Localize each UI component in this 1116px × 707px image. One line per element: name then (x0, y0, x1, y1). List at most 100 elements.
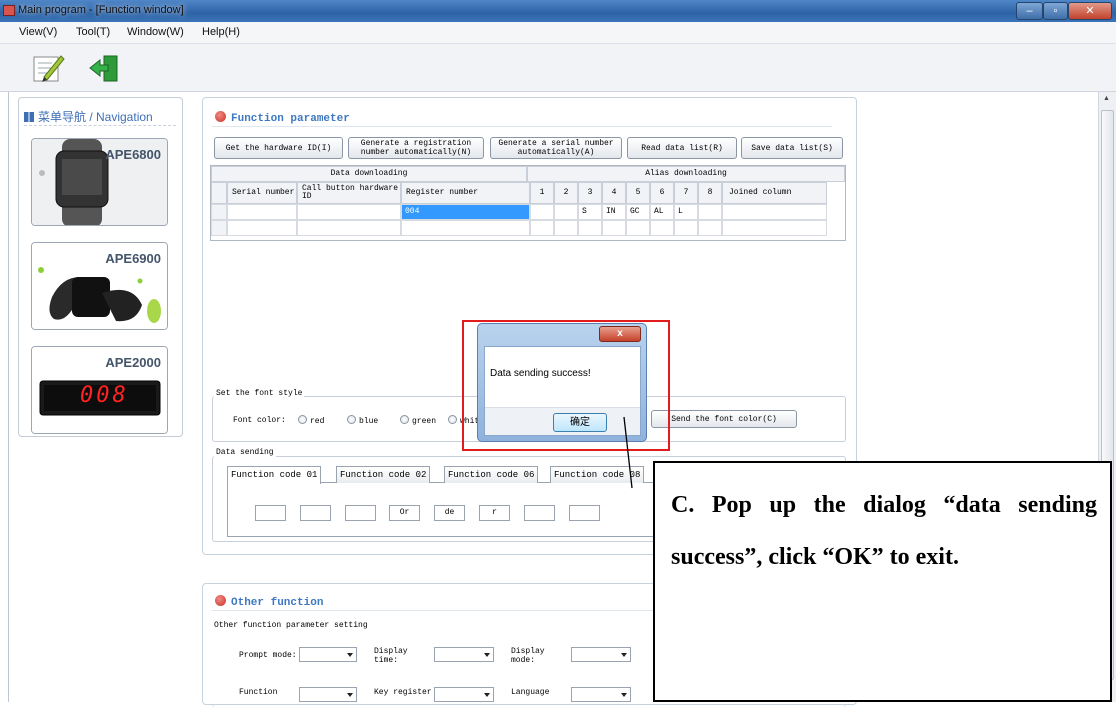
generate-registration-button[interactable]: Generate a registration number automatic… (348, 137, 484, 159)
menu-bar: View(V) Tool(T) Window(W) Help(H) (0, 22, 1116, 44)
menu-help[interactable]: Help(H) (202, 26, 240, 38)
column-header[interactable]: 5 (626, 182, 650, 204)
data-grid: Data downloading Alias downloading Seria… (210, 165, 846, 241)
grid-cell[interactable]: S (578, 204, 602, 220)
minimize-button[interactable]: – (1016, 2, 1043, 20)
font-style-caption: Set the font style (214, 389, 305, 398)
radio-green[interactable]: green (400, 415, 436, 426)
data-box[interactable] (345, 505, 376, 521)
display-mode-select[interactable] (571, 647, 631, 662)
menu-tool[interactable]: Tool(T) (76, 26, 110, 38)
grid-cell[interactable] (297, 220, 401, 236)
display-time-select[interactable] (434, 647, 494, 662)
navigation-title-text: 菜单导航 / Navigation (38, 110, 153, 124)
column-header[interactable]: Call button hardware ID (297, 182, 401, 204)
radio-blue[interactable]: blue (347, 415, 378, 426)
data-box[interactable] (569, 505, 600, 521)
radio-label: green (412, 417, 437, 426)
grid-cell[interactable] (698, 204, 722, 220)
data-box[interactable] (255, 505, 286, 521)
function-select[interactable] (299, 687, 357, 702)
product-label-ape6900: APE6900 (105, 251, 161, 266)
chevron-down-icon (621, 693, 627, 697)
tab-function-code-02[interactable]: Function code 02 (336, 466, 431, 483)
radio-button[interactable] (347, 415, 356, 424)
grid-cell[interactable] (227, 220, 297, 236)
chevron-down-icon (484, 653, 490, 657)
grid-icon (24, 112, 34, 122)
radio-red[interactable]: red (298, 415, 324, 426)
grid-cell[interactable] (530, 204, 554, 220)
grid-cell[interactable] (227, 204, 297, 220)
data-box[interactable] (524, 505, 555, 521)
grid-cell[interactable] (626, 220, 650, 236)
grid-cell[interactable]: GC (626, 204, 650, 220)
close-button[interactable]: ✕ (1068, 2, 1112, 20)
product-ape2000[interactable]: APE2000 008 (31, 346, 168, 434)
radio-button[interactable] (448, 415, 457, 424)
grid-cell[interactable] (554, 204, 578, 220)
product-label-ape6800: APE6800 (105, 147, 161, 162)
radio-button[interactable] (400, 415, 409, 424)
title-bar: Main program - [Function window] – ▫ ✕ (0, 0, 1116, 22)
edit-icon[interactable] (30, 51, 66, 85)
column-header[interactable]: 4 (602, 182, 626, 204)
grid-cell[interactable] (722, 204, 827, 220)
column-header[interactable]: 2 (554, 182, 578, 204)
prompt-mode-select[interactable] (299, 647, 357, 662)
annotation-callout: C. Pop up the dialog “data sending succe… (653, 461, 1112, 702)
column-header[interactable]: 8 (698, 182, 722, 204)
menu-view[interactable]: View(V) (19, 26, 57, 38)
exit-icon[interactable] (86, 51, 122, 85)
language-label: Language (511, 688, 550, 697)
grid-cell[interactable] (698, 220, 722, 236)
column-header[interactable]: 6 (650, 182, 674, 204)
window-title: Main program - [Function window] (18, 4, 184, 16)
chevron-down-icon (347, 693, 353, 697)
row-header[interactable] (211, 204, 227, 220)
language-select[interactable] (571, 687, 631, 702)
grid-cell[interactable] (297, 204, 401, 220)
function-parameter-title: Function parameter (231, 113, 350, 125)
column-header[interactable]: 1 (530, 182, 554, 204)
radio-button[interactable] (298, 415, 307, 424)
column-header[interactable]: 7 (674, 182, 698, 204)
column-header[interactable]: Register number (401, 182, 530, 204)
grid-cell[interactable] (401, 220, 530, 236)
grid-cell[interactable] (674, 220, 698, 236)
grid-cell[interactable] (650, 220, 674, 236)
grid-cell[interactable] (530, 220, 554, 236)
data-sending-caption: Data sending (214, 448, 276, 457)
grid-cell[interactable] (722, 220, 827, 236)
generate-serial-button[interactable]: Generate a serial number automatically(A… (490, 137, 622, 159)
send-font-color-button[interactable]: Send the font color(C) (651, 410, 797, 428)
data-box[interactable]: Or (389, 505, 420, 521)
column-header[interactable]: Joined column (722, 182, 827, 204)
grid-cell-selected[interactable]: 004 (401, 204, 530, 220)
row-header[interactable] (211, 220, 227, 236)
save-data-list-button[interactable]: Save data list(S) (741, 137, 843, 159)
tab-function-code-01[interactable]: Function code 01 (227, 466, 322, 484)
tab-function-code-06[interactable]: Function code 06 (444, 466, 539, 483)
column-header[interactable]: 3 (578, 182, 602, 204)
function-parameter-header: Function parameter (215, 111, 350, 125)
grid-cell[interactable] (578, 220, 602, 236)
grid-cell[interactable]: L (674, 204, 698, 220)
data-box[interactable]: r (479, 505, 510, 521)
grid-cell[interactable]: AL (650, 204, 674, 220)
data-box[interactable]: de (434, 505, 465, 521)
grid-cell[interactable] (602, 220, 626, 236)
read-data-list-button[interactable]: Read data list(R) (627, 137, 737, 159)
column-header[interactable]: Serial number (227, 182, 297, 204)
led-digits: 008 (80, 383, 129, 408)
data-box[interactable] (300, 505, 331, 521)
menu-window[interactable]: Window(W) (127, 26, 184, 38)
grid-cell[interactable] (554, 220, 578, 236)
maximize-button[interactable]: ▫ (1043, 2, 1068, 20)
other-setting-caption: Other function parameter setting (214, 621, 368, 630)
grid-cell[interactable]: IN (602, 204, 626, 220)
key-register-select[interactable] (434, 687, 494, 702)
get-hardware-id-button[interactable]: Get the hardware ID(I) (214, 137, 343, 159)
product-ape6800[interactable]: APE6800 (31, 138, 168, 226)
product-ape6900[interactable]: APE6900 (31, 242, 168, 330)
